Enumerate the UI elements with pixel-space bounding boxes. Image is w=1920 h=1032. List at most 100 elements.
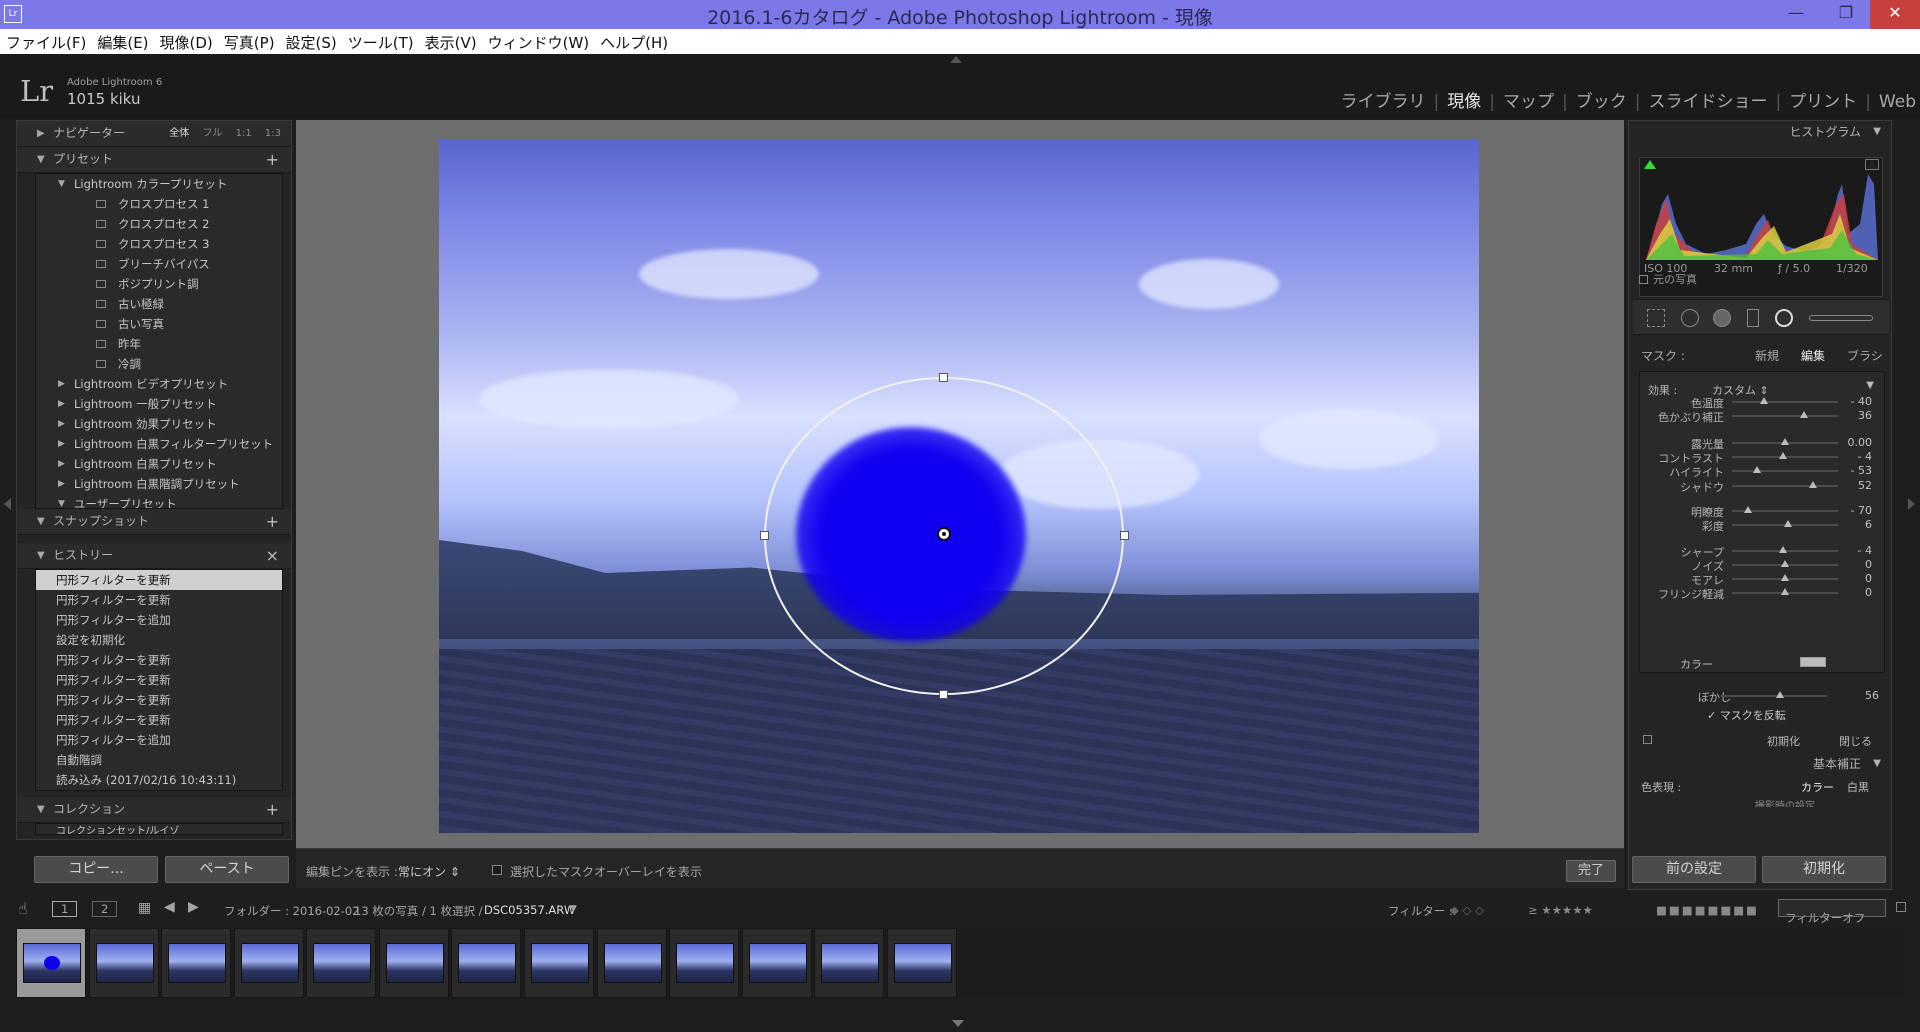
copy-button[interactable]: コピー... [34,856,158,883]
preset-folder[interactable]: ▼ ユーザープリセット [36,494,282,508]
menu-item[interactable]: 写真(P) [218,29,280,53]
filmstrip-thumbnail[interactable] [596,928,667,998]
module-tab[interactable]: ライブラリ [1341,87,1426,112]
slider-value[interactable]: - 70 [1851,504,1872,517]
collapsed-triangle-icon[interactable]: ▶ [58,414,65,434]
filmstrip-thumbnail[interactable] [814,928,885,998]
color-swatch[interactable] [1800,657,1826,667]
graduated-filter-icon[interactable] [1747,309,1759,327]
filter-preset-select[interactable]: フィルターオフ [1778,899,1886,925]
hand-icon[interactable]: ☝ [18,899,28,918]
adjustment-slider[interactable]: フリンジ軽減 0 [1640,585,1884,601]
history-step[interactable]: 円形フィルターを追加 [36,610,282,630]
filmstrip-thumbnail[interactable] [16,928,86,998]
page-1-button[interactable]: 1 [52,901,78,917]
preset-item[interactable]: 古い極緑 [36,294,282,314]
reset-all-button[interactable]: 初期化 [1762,856,1886,883]
filmstrip-thumbnail[interactable] [669,928,740,998]
red-eye-icon[interactable] [1713,309,1731,327]
zoom-fit-option[interactable]: 全体 [169,128,189,139]
slider-knob[interactable] [1779,452,1787,459]
module-tab[interactable]: 現像 [1447,87,1481,112]
maximize-icon[interactable]: ❐ [1824,0,1868,29]
selected-filename[interactable]: DSC05357.ARW [484,903,575,917]
original-photo-toggle[interactable]: 元の写真 [1639,271,1697,287]
radial-filter-handle-left[interactable] [760,531,769,540]
menu-item[interactable]: ツール(T) [342,29,419,53]
slider-value[interactable]: 52 [1858,479,1872,492]
feather-value[interactable]: 56 [1865,689,1879,702]
preset-folder[interactable]: ▼ Lightroom カラープリセット [36,174,282,194]
history-step[interactable]: 円形フィルターを更新 [36,650,282,670]
grid-view-icon[interactable]: ▦ [138,900,151,916]
filmstrip-source[interactable]: フォルダー : 2016-02-02 [224,903,360,919]
history-step[interactable]: 円形フィルターを追加 [36,730,282,750]
radial-filter-handle-bottom[interactable] [939,690,948,699]
expanded-triangle-icon[interactable]: ▼ [58,494,65,508]
expanded-triangle-icon[interactable]: ▼ [58,174,65,194]
histogram-header[interactable]: ヒストグラム ▼ [1629,121,1891,143]
presets-header[interactable]: ▼ プリセット + [17,147,291,173]
preset-folder[interactable]: ▶ Lightroom 一般プリセット [36,394,282,414]
zoom-1-3-option[interactable]: 1:3 [265,128,281,139]
effect-collapse-icon[interactable]: ▼ [1866,380,1874,391]
filename-dropdown-icon[interactable]: ▼ [570,904,577,914]
slider-value[interactable]: - 4 [1858,544,1872,557]
page-2-button[interactable]: 2 [92,901,118,917]
slider-knob[interactable] [1784,520,1792,527]
filmstrip-thumbnail[interactable] [88,928,159,998]
slider-value[interactable]: 6 [1865,518,1872,531]
radial-filter-icon[interactable] [1775,309,1793,327]
slider-knob[interactable] [1781,438,1789,445]
adjustment-slider[interactable]: 彩度 6 [1640,517,1884,533]
slider-track[interactable] [1732,470,1838,472]
snapshots-header[interactable]: ▼ スナップショット + [17,509,291,535]
filmstrip-thumbnail[interactable] [523,928,594,998]
collapsed-triangle-icon[interactable]: ▶ [58,474,65,494]
module-tab[interactable]: プリント [1789,87,1857,112]
adjustment-slider[interactable]: ハイライト - 53 [1640,463,1884,479]
slider-value[interactable]: 0 [1865,586,1872,599]
preset-folder[interactable]: ▶ Lightroom 白黒プリセット [36,454,282,474]
collapse-left-arrow-icon[interactable] [4,498,11,510]
history-step[interactable]: 読み込み (2017/02/16 10:43:11) [36,770,282,790]
menu-item[interactable]: ファイル(F) [0,29,91,53]
collection-item[interactable]: コレクションセット/ルイゾ [36,824,282,834]
collapse-bottom-arrow-icon[interactable] [952,1020,964,1027]
adjustment-brush-icon[interactable] [1809,315,1873,321]
menu-item[interactable]: ヘルプ(H) [594,29,673,53]
add-snapshot-icon[interactable]: + [266,509,279,534]
show-pins-select[interactable]: 常にオン ⇕ [398,863,460,880]
feather-knob[interactable] [1776,691,1784,698]
photo-canvas[interactable] [439,139,1479,833]
forward-arrow-icon[interactable]: ▶ [188,899,199,915]
adjustment-slider[interactable]: シャドウ 52 [1640,478,1884,494]
reset-mask-button[interactable]: 初期化 [1767,733,1800,749]
slider-track[interactable] [1732,415,1838,417]
navigator-header[interactable]: ▶ ナビゲーター 全体 フル 1:1 1:3 [17,121,291,147]
zoom-fill-option[interactable]: フル [202,128,222,139]
slider-value[interactable]: 0 [1865,558,1872,571]
add-collection-icon[interactable]: + [266,797,279,822]
edit-pin-icon[interactable] [937,527,951,541]
slider-knob[interactable] [1781,588,1789,595]
menu-item[interactable]: 編集(E) [91,29,153,53]
preset-folder[interactable]: ▶ Lightroom 効果プリセット [36,414,282,434]
crop-tool-icon[interactable] [1647,309,1665,327]
collapse-right-arrow-icon[interactable] [1908,498,1915,510]
history-step[interactable]: 円形フィルターを更新 [36,590,282,610]
wb-value[interactable]: 撮影時の設定 [1755,799,1815,807]
preset-item[interactable]: ブリーチバイパス [36,254,282,274]
collections-header[interactable]: ▼ コレクション + [17,797,291,823]
module-tab[interactable]: マップ [1503,87,1554,112]
treatment-bw[interactable]: 白黒 [1847,779,1869,795]
slider-knob[interactable] [1760,397,1768,404]
mask-edit-button[interactable]: 編集 [1801,347,1825,364]
shadow-clipping-icon[interactable] [1644,160,1656,169]
flag-filter-icons[interactable]: ◆ ◇ ◇ [1450,903,1484,917]
feather-track[interactable] [1721,695,1827,697]
history-step[interactable]: 設定を初期化 [36,630,282,650]
filter-lock-icon[interactable] [1896,902,1906,912]
filmstrip-thumbnail[interactable] [161,928,232,998]
history-step[interactable]: 円形フィルターを更新 [36,710,282,730]
